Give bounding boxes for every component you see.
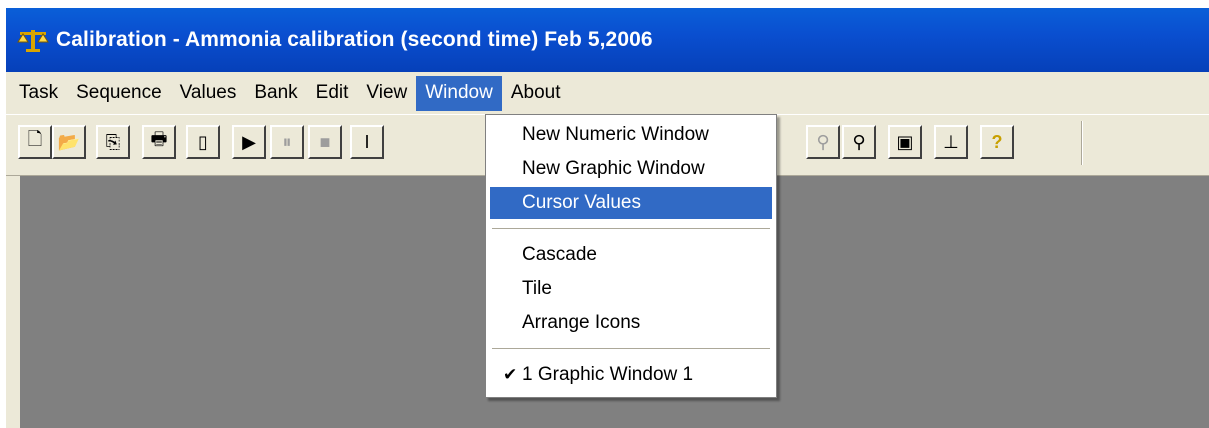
menu-item-label: New Numeric Window [522,124,709,145]
window-title: Calibration - Ammonia calibration (secon… [56,28,653,51]
menu-sequence[interactable]: Sequence [67,76,171,111]
menu-view[interactable]: View [357,76,416,111]
zoom-in-icon: ⚲ [852,131,866,152]
title-bar[interactable]: Calibration - Ammonia calibration (secon… [6,8,1209,72]
stop-icon: ■ [319,131,331,152]
menu-task[interactable]: Task [10,76,67,111]
menu-item-label: New Graphic Window [522,158,705,179]
menu-item-label: Cascade [522,244,597,265]
text-button[interactable]: I [350,125,384,159]
document-icon: ▯ [198,131,208,152]
menu-item-new-graphic-window[interactable]: New Graphic Window [490,153,772,185]
menu-item-new-numeric-window[interactable]: New Numeric Window [490,119,772,151]
checkmark-icon: ✔ [503,365,518,384]
zoom-in-button[interactable]: ⚲ [842,125,876,159]
graph-button[interactable]: ⊥ [934,125,968,159]
menu-item-tile[interactable]: Tile [490,273,772,305]
menu-separator [492,228,770,230]
pause-icon: ⏸ [282,131,292,152]
menu-item-label: 1 Graphic Window 1 [522,364,694,385]
mdi-left-edge [6,176,20,428]
menu-bank[interactable]: Bank [245,76,306,111]
window-menu-dropdown: New Numeric Window New Graphic Window Cu… [485,114,777,398]
text-icon: I [364,131,370,152]
menu-item-label: Cursor Values [522,192,641,213]
properties-icon: ▣ [896,131,914,152]
menu-item-label: Arrange Icons [522,312,641,333]
menu-item-arrange-icons[interactable]: Arrange Icons [490,307,772,339]
menu-about[interactable]: About [502,76,570,111]
menu-item-cascade[interactable]: Cascade [490,239,772,271]
zoom-out-icon: ⚲ [816,131,830,152]
menu-edit[interactable]: Edit [307,76,358,111]
stop-button[interactable]: ■ [308,125,342,159]
copy-icon: ⎘ [105,131,121,152]
new-file-icon: 🗋 [27,129,43,149]
print-button[interactable]: 🖶 [142,125,176,159]
open-folder-button[interactable]: 📂 [52,125,86,159]
properties-button[interactable]: ▣ [888,125,922,159]
document-button[interactable]: ▯ [186,125,220,159]
open-folder-icon: 📂 [57,131,81,152]
new-file-button[interactable]: 🗋 [18,125,52,159]
play-button[interactable]: ▶ [232,125,266,159]
menu-item-cursor-values[interactable]: Cursor Values [490,187,772,219]
balance-scale-icon [17,30,49,52]
menu-values[interactable]: Values [171,76,246,111]
copy-button[interactable]: ⎘ [96,125,130,159]
help-icon: ? [991,131,1003,152]
play-icon: ▶ [242,131,256,152]
menu-item-graphic-window-1[interactable]: ✔ 1 Graphic Window 1 [490,359,772,391]
menu-separator [492,348,770,350]
help-button[interactable]: ? [980,125,1014,159]
print-icon: 🖶 [150,129,168,149]
toolbar-separator [1081,121,1083,165]
graph-icon: ⊥ [943,131,959,152]
pause-button[interactable]: ⏸ [270,125,304,159]
menu-window[interactable]: Window [416,75,502,111]
menu-bar: Task Sequence Values Bank Edit View Wind… [6,72,1209,114]
menu-item-label: Tile [522,278,552,299]
zoom-out-button[interactable]: ⚲ [806,125,840,159]
